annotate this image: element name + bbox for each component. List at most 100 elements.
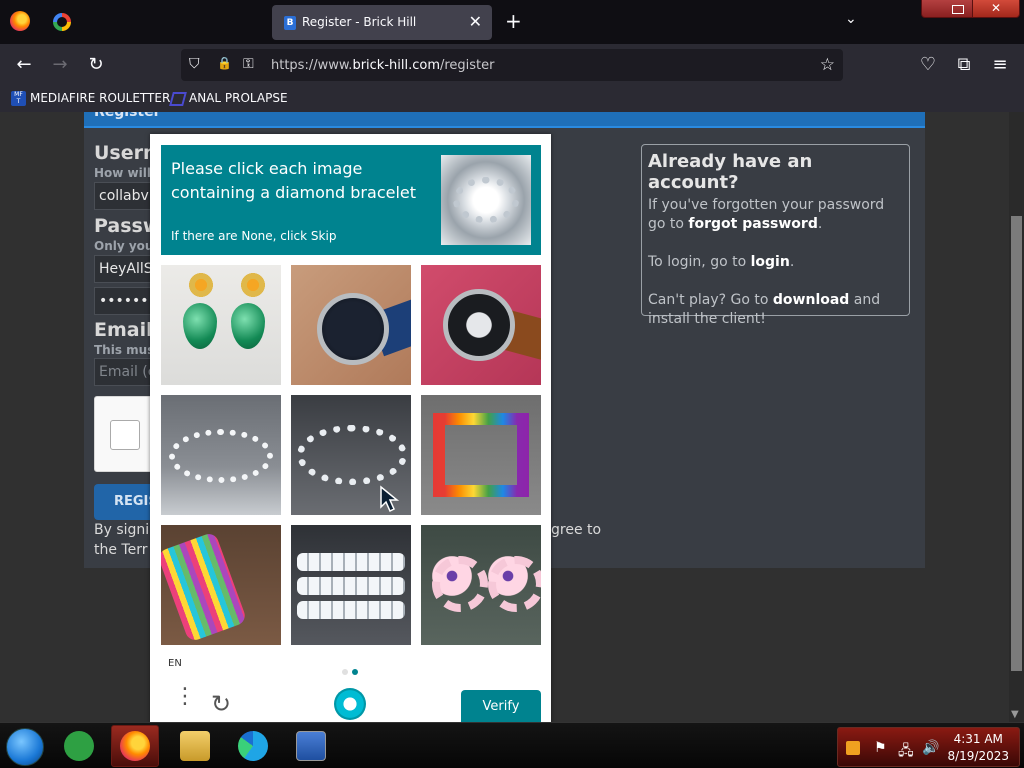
terms-text-right: gree to — [551, 522, 602, 538]
email-hint: This mus — [94, 343, 155, 357]
challenge-tile-wide-diamond-bracelet[interactable] — [291, 525, 411, 645]
page-dot — [352, 669, 358, 675]
login-pre-text: To login, go to — [648, 254, 751, 270]
reference-bracelet-image — [441, 155, 531, 245]
challenge-menu-icon[interactable]: ⋮ — [174, 686, 196, 708]
reload-icon[interactable]: ↻ — [85, 54, 107, 76]
url-domain: brick-hill.com — [352, 58, 440, 73]
challenge-tile-braided-rainbow-bracelet[interactable] — [421, 395, 541, 515]
language-selector[interactable]: EN — [168, 658, 182, 669]
clock-time: 4:31 AM — [953, 732, 1003, 746]
edge-icon[interactable] — [238, 731, 268, 761]
extensions-icon[interactable]: ⧉ — [953, 54, 975, 76]
hcaptcha-checkbox[interactable] — [110, 420, 140, 450]
password-hint: Only you — [94, 239, 154, 253]
tab-bar: B Register - Brick Hill ✕ + ⌄ ✕ — [0, 0, 1024, 44]
download-link[interactable]: download — [773, 292, 849, 308]
bookmarks-toolbar: MF T MEDIAFIRE ROULETTER ANAL PROLAPSE — [0, 86, 1024, 112]
lock-icon[interactable]: 🔒 — [217, 56, 232, 70]
firefox-icon — [120, 731, 150, 761]
challenge-image-grid — [161, 265, 541, 645]
navigation-toolbar: ← → ↻ ⛉ 🔒 ⚿ https://www.brick-hill.com/r… — [0, 44, 1024, 86]
scroll-down-icon[interactable]: ▼ — [1011, 709, 1019, 720]
start-button[interactable] — [6, 728, 44, 766]
bookmark-label: MEDIAFIRE ROULETTER — [30, 91, 171, 105]
forgot-password-link[interactable]: forgot password — [688, 216, 817, 232]
challenge-tile-blue-strap-watch[interactable] — [291, 265, 411, 385]
bookmark-second[interactable]: ANAL PROLAPSE — [169, 91, 288, 106]
taskbar-clock[interactable]: 4:31 AM 8/19/2023 — [947, 731, 1009, 765]
mouse-cursor-icon — [380, 485, 400, 513]
tracking-shield-icon[interactable]: ⛉ — [189, 56, 200, 72]
download-pre-text: Can't play? Go to — [648, 292, 773, 308]
username-hint: How will — [94, 166, 151, 180]
list-all-tabs-icon[interactable]: ⌄ — [845, 11, 857, 27]
challenge-refresh-icon[interactable]: ↻ — [211, 690, 231, 718]
back-icon[interactable]: ← — [13, 54, 35, 76]
challenge-tile-rainbow-thread-bracelet[interactable] — [161, 525, 281, 645]
hcaptcha-challenge: Please click each image containing a dia… — [150, 134, 551, 724]
brick-hill-favicon-icon: B — [284, 16, 296, 30]
file-explorer-icon[interactable] — [180, 731, 210, 761]
address-bar[interactable]: ⛉ 🔒 ⚿ https://www.brick-hill.com/registe… — [181, 49, 843, 81]
terms-text-line2: the Terr — [94, 542, 148, 558]
system-tray: ⚑ 🖧 🔊 4:31 AM 8/19/2023 — [837, 727, 1020, 767]
challenge-question: Please click each image containing a dia… — [171, 159, 417, 202]
bookmark-label: ANAL PROLAPSE — [189, 91, 288, 105]
login-link[interactable]: login — [751, 254, 790, 270]
challenge-tile-silver-tennis-bracelet[interactable] — [161, 395, 281, 515]
download-manager-icon[interactable] — [296, 731, 326, 761]
forward-icon[interactable]: → — [49, 54, 71, 76]
url-text[interactable]: https://www.brick-hill.com/register — [271, 58, 495, 73]
clock-date: 8/19/2023 — [947, 749, 1009, 763]
forgot-password-text: If you've forgotten your password go to … — [648, 196, 903, 234]
challenge-page-dots — [342, 660, 362, 675]
challenge-tile-flower-earrings[interactable] — [421, 525, 541, 645]
mediafire-icon: MF T — [11, 91, 26, 106]
bookmark-folder-icon — [169, 91, 187, 106]
account-info-box: Already have an account? If you've forgo… — [641, 144, 910, 327]
window-close-button[interactable]: ✕ — [972, 0, 1020, 18]
key-icon[interactable]: ⚿ — [243, 56, 254, 72]
tab-close-icon[interactable]: ✕ — [469, 12, 482, 31]
window-restore-button[interactable] — [921, 0, 973, 18]
volume-icon[interactable]: 🔊 — [922, 740, 939, 756]
challenge-tile-green-earrings[interactable] — [161, 265, 281, 385]
scrollbar-thumb[interactable] — [1011, 216, 1022, 671]
tab-register[interactable]: B Register - Brick Hill ✕ — [272, 5, 492, 40]
login-post-text: . — [789, 254, 795, 270]
login-text: To login, go to login. — [648, 253, 903, 272]
google-pinned-tab-icon[interactable] — [53, 13, 71, 31]
username-label: Usern — [94, 142, 157, 164]
download-text: Can't play? Go to download and install t… — [648, 291, 903, 329]
email-label: Email — [94, 319, 153, 341]
bookmark-star-icon[interactable]: ☆ — [820, 55, 835, 75]
challenge-prompt: Please click each image containing a dia… — [161, 145, 541, 255]
tab-title: Register - Brick Hill — [302, 15, 417, 29]
pocket-icon[interactable]: ♡ — [917, 54, 939, 76]
challenge-skip-hint: If there are None, click Skip — [171, 229, 337, 243]
challenge-tile-diamond-bracelet[interactable] — [291, 395, 411, 515]
register-header-text: Register — [94, 112, 161, 120]
forgot-post-text: . — [817, 216, 823, 232]
action-center-flag-icon[interactable]: ⚑ — [874, 740, 887, 756]
terms-text-line1: By signi — [94, 522, 150, 538]
bookmark-mediafire-rouletter[interactable]: MF T MEDIAFIRE ROULETTER — [11, 91, 170, 106]
taskbar-firefox-active[interactable] — [111, 725, 159, 767]
notes-app-icon[interactable] — [64, 731, 94, 761]
new-tab-button[interactable]: + — [505, 9, 522, 33]
network-icon[interactable]: 🖧 — [898, 740, 914, 764]
account-title: Already have an account? — [648, 151, 813, 193]
firefox-view-icon[interactable] — [10, 11, 30, 31]
app-menu-icon[interactable]: ≡ — [989, 54, 1011, 76]
page-dot — [342, 669, 348, 675]
verify-button[interactable]: Verify — [461, 690, 541, 724]
url-prefix: https://www. — [271, 58, 353, 73]
challenge-tile-brown-strap-watch[interactable] — [421, 265, 541, 385]
url-path: /register — [439, 58, 495, 73]
register-card-header: Register — [84, 112, 925, 128]
tray-app-icon[interactable] — [846, 741, 860, 755]
windows-taskbar: ⚑ 🖧 🔊 4:31 AM 8/19/2023 — [0, 722, 1024, 768]
page-scrollbar[interactable]: ▼ — [1009, 112, 1024, 722]
hcaptcha-logo-icon[interactable] — [334, 688, 366, 720]
